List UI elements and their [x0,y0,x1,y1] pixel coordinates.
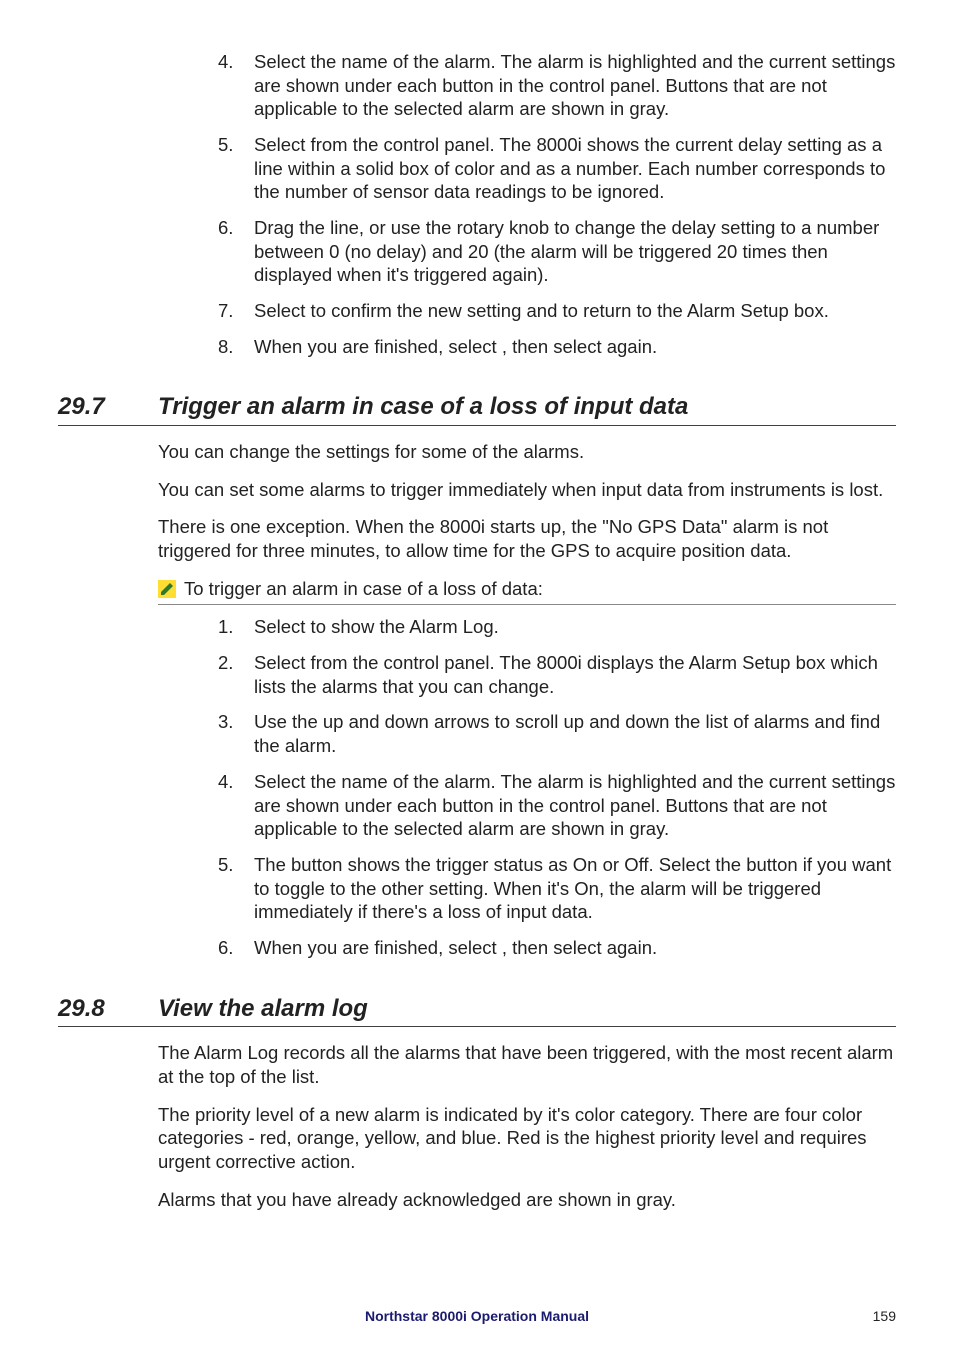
step-text: When you are finished, select , then sel… [254,936,896,960]
step-text: Select the name of the alarm. The alarm … [254,770,896,841]
paragraph: The priority level of a new alarm is ind… [158,1103,896,1174]
paragraph: There is one exception. When the 8000i s… [158,515,896,562]
list-item: 3. Use the up and down arrows to scroll … [218,710,896,757]
step-number: 2. [218,651,254,698]
page-content: 4. Select the name of the alarm. The ala… [58,50,896,1211]
step-number: 7. [218,299,254,323]
paragraph: Alarms that you have already acknowledge… [158,1188,896,1212]
step-text: The button shows the trigger status as O… [254,853,896,924]
step-number: 1. [218,615,254,639]
section-number: 29.7 [58,392,158,423]
list-item: 1. Select to show the Alarm Log. [218,615,896,639]
section-number: 29.8 [58,994,158,1025]
footer-page-number: 159 [873,1308,896,1326]
step-number: 4. [218,770,254,841]
list-item: 5. Select from the control panel. The 80… [218,133,896,204]
step-number: 8. [218,335,254,359]
step-text: Use the up and down arrows to scroll up … [254,710,896,757]
step-number: 5. [218,133,254,204]
footer-manual-title: Northstar 8000i Operation Manual [365,1308,589,1324]
step-number: 6. [218,936,254,960]
list-item: 2. Select from the control panel. The 80… [218,651,896,698]
step-number: 6. [218,216,254,287]
list-item: 6. Drag the line, or use the rotary knob… [218,216,896,287]
section-title: Trigger an alarm in case of a loss of in… [158,392,688,423]
section-heading-29-8: 29.8 View the alarm log [58,994,896,1028]
step-number: 4. [218,50,254,121]
task-text: To trigger an alarm in case of a loss of… [184,577,543,601]
step-text: Drag the line, or use the rotary knob to… [254,216,896,287]
list-item: 6. When you are finished, select , then … [218,936,896,960]
list-item: 7. Select to confirm the new setting and… [218,299,896,323]
section-heading-29-7: 29.7 Trigger an alarm in case of a loss … [58,392,896,426]
section-29-7-step-list: 1. Select to show the Alarm Log. 2. Sele… [218,615,896,959]
section-title: View the alarm log [158,994,368,1025]
task-intro: To trigger an alarm in case of a loss of… [158,577,896,606]
step-text: Select to show the Alarm Log. [254,615,896,639]
step-text: Select to confirm the new setting and to… [254,299,896,323]
top-step-list: 4. Select the name of the alarm. The ala… [218,50,896,358]
list-item: 5. The button shows the trigger status a… [218,853,896,924]
list-item: 4. Select the name of the alarm. The ala… [218,770,896,841]
pencil-icon [158,580,176,598]
step-number: 5. [218,853,254,924]
list-item: 4. Select the name of the alarm. The ala… [218,50,896,121]
step-text: When you are finished, select , then sel… [254,335,896,359]
page-footer: Northstar 8000i Operation Manual 159 [0,1308,954,1326]
paragraph: You can set some alarms to trigger immed… [158,478,896,502]
step-text: Select the name of the alarm. The alarm … [254,50,896,121]
step-number: 3. [218,710,254,757]
paragraph: The Alarm Log records all the alarms tha… [158,1041,896,1088]
paragraph: You can change the settings for some of … [158,440,896,464]
step-text: Select from the control panel. The 8000i… [254,133,896,204]
list-item: 8. When you are finished, select , then … [218,335,896,359]
step-text: Select from the control panel. The 8000i… [254,651,896,698]
